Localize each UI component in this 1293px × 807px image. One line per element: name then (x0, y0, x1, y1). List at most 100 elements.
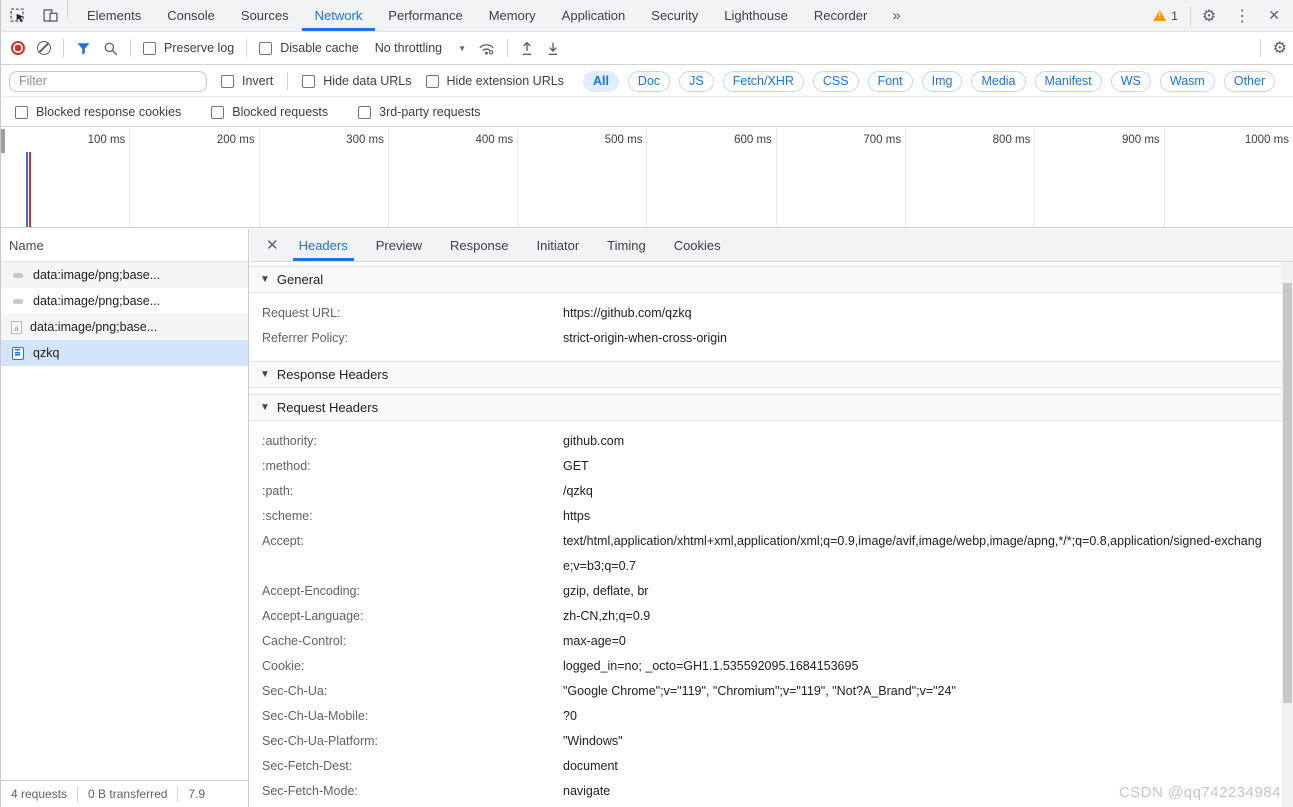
device-toolbar-icon[interactable] (34, 0, 67, 31)
checkbox (426, 75, 439, 88)
header-value: document (563, 754, 1268, 779)
details-tab[interactable]: Cookies (668, 229, 727, 261)
resource-type-pill[interactable]: Other (1224, 71, 1275, 92)
console-warnings-badge[interactable]: ! 1 (1145, 9, 1186, 23)
timeline-tick-cell: 800 ms (906, 128, 1035, 227)
resource-type-pill[interactable]: Img (922, 71, 963, 92)
details-tab[interactable]: Preview (370, 229, 428, 261)
resource-type-pill[interactable]: WS (1111, 71, 1151, 92)
details-scrollbar-track[interactable] (1282, 262, 1293, 807)
overview-resize-handle[interactable] (1, 129, 5, 153)
header-name: Request URL: (250, 301, 563, 326)
disable-cache-label: Disable cache (280, 41, 359, 55)
header-row: Cookie: logged_in=no; _octo=GH1.1.535592… (250, 654, 1293, 679)
close-details-icon[interactable]: ✕ (260, 229, 285, 261)
request-row[interactable]: a qzkq (1, 340, 248, 366)
network-toolbar: Preserve log Disable cache No throttling… (1, 32, 1293, 65)
close-devtools-icon[interactable]: ✕ (1261, 7, 1287, 24)
caret-down-icon: ▼ (260, 402, 270, 413)
panel-tab[interactable]: Network (302, 0, 376, 31)
details-tab[interactable]: Timing (601, 229, 652, 261)
panel-tab[interactable]: Console (154, 0, 228, 31)
resource-type-pill[interactable]: All (583, 71, 619, 92)
import-har-icon[interactable] (520, 41, 534, 56)
disable-cache-checkbox[interactable]: Disable cache (259, 41, 359, 55)
checkbox (302, 75, 315, 88)
header-name: Sec-Fetch-Mode: (250, 779, 563, 804)
section-header[interactable]: ▼ Response Headers (250, 362, 1293, 388)
name-column-header[interactable]: Name (1, 229, 248, 262)
blocked-response-cookies-label: Blocked response cookies (36, 105, 181, 119)
header-name: Sec-Ch-Ua: (250, 679, 563, 704)
header-name: :authority: (250, 429, 563, 454)
settings-gear-icon[interactable]: ⚙ (1195, 6, 1223, 26)
inspect-element-icon[interactable] (1, 0, 34, 31)
header-row: Referrer Policy: strict-origin-when-cros… (250, 326, 1293, 351)
timeline-tick-label: 700 ms (863, 134, 901, 146)
panel-tab[interactable]: Memory (476, 0, 549, 31)
checkbox (358, 106, 371, 119)
network-conditions-icon[interactable] (478, 41, 495, 56)
header-row: :path: /qzkq (250, 479, 1293, 504)
section-header[interactable]: ▼ Request Headers (250, 395, 1293, 421)
request-details-panel: ✕ Headers Preview Response Initiator Timing C… (250, 229, 1293, 807)
search-icon[interactable] (103, 41, 118, 56)
resource-type-pill[interactable]: Media (971, 71, 1025, 92)
more-tabs-chevron-icon[interactable]: » (880, 0, 912, 31)
hide-data-urls-checkbox[interactable]: Hide data URLs (302, 74, 411, 88)
panel-tab[interactable]: Recorder (801, 0, 880, 31)
header-value: https://github.com/qzkq (563, 301, 1268, 326)
export-har-icon[interactable] (546, 41, 560, 56)
details-scrollbar-thumb[interactable] (1283, 283, 1292, 703)
panel-tab[interactable]: Security (638, 0, 711, 31)
throttling-dropdown[interactable]: No throttling ▼ (375, 41, 466, 55)
header-row: Cache-Control: max-age=0 (250, 629, 1293, 654)
panel-tab[interactable]: Sources (228, 0, 302, 31)
section-title: Request Headers (277, 400, 378, 415)
request-list: a data:image/png;base... a data:image/pn… (1, 262, 248, 366)
panel-tab[interactable]: Application (549, 0, 639, 31)
timeline-tick-cell: 400 ms (389, 128, 518, 227)
resource-type-pill[interactable]: Manifest (1035, 71, 1102, 92)
filter-input[interactable] (9, 71, 207, 92)
request-row[interactable]: a data:image/png;base... (1, 288, 248, 314)
request-row[interactable]: a data:image/png;base... (1, 314, 248, 340)
preserve-log-checkbox[interactable]: Preserve log (143, 41, 234, 55)
timeline-tick-label: 900 ms (1122, 134, 1160, 146)
domcontentloaded-event-line (26, 152, 28, 227)
clear-network-log-button[interactable] (37, 41, 51, 55)
kebab-menu-icon[interactable]: ⋮ (1227, 6, 1257, 26)
hide-extension-urls-checkbox[interactable]: Hide extension URLs (426, 74, 564, 88)
status-item: 4 requests (1, 786, 78, 802)
resource-type-pill[interactable]: JS (679, 71, 714, 92)
request-row[interactable]: a data:image/png;base... (1, 262, 248, 288)
divider (67, 0, 68, 18)
third-party-requests-checkbox[interactable]: 3rd-party requests (358, 105, 480, 119)
resource-type-pill[interactable]: Font (868, 71, 913, 92)
header-row: Sec-Fetch-Mode: navigate (250, 779, 1293, 804)
header-name: :method: (250, 454, 563, 479)
resource-type-pill[interactable]: Doc (628, 71, 670, 92)
network-settings-gear-icon[interactable]: ⚙ (1273, 38, 1287, 58)
filter-funnel-icon[interactable] (76, 41, 91, 56)
details-tab[interactable]: Initiator (531, 229, 586, 261)
header-value: gzip, deflate, br (563, 579, 1268, 604)
blocked-response-cookies-checkbox[interactable]: Blocked response cookies (15, 105, 181, 119)
divider (63, 39, 64, 57)
details-tab[interactable]: Headers (293, 229, 354, 261)
section-header[interactable]: ▼ General (250, 267, 1293, 293)
divider (507, 39, 508, 57)
request-type-icon: a (11, 321, 22, 334)
network-overview-timeline[interactable]: 100 ms 200 ms 300 ms 400 ms 500 ms 600 m… (1, 128, 1293, 228)
caret-down-icon: ▼ (260, 274, 270, 285)
resource-type-pill[interactable]: Fetch/XHR (723, 71, 804, 92)
blocked-requests-checkbox[interactable]: Blocked requests (211, 105, 328, 119)
invert-checkbox[interactable]: Invert (221, 74, 273, 88)
panel-tab[interactable]: Lighthouse (711, 0, 801, 31)
panel-tab[interactable]: Elements (74, 0, 154, 31)
resource-type-pill[interactable]: CSS (813, 71, 859, 92)
details-tab[interactable]: Response (444, 229, 515, 261)
panel-tab[interactable]: Performance (375, 0, 475, 31)
record-network-log-button[interactable] (11, 41, 25, 55)
resource-type-pill[interactable]: Wasm (1160, 71, 1215, 92)
